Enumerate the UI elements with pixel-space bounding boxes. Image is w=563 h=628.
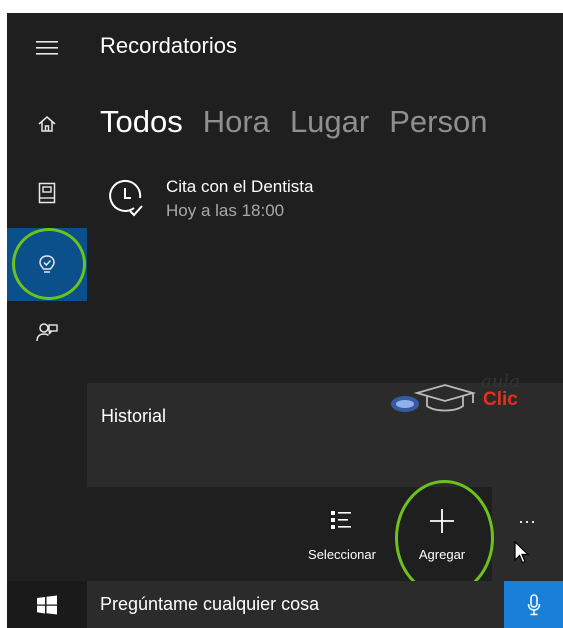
hamburger-menu-icon[interactable] bbox=[7, 23, 87, 73]
plus-icon bbox=[430, 509, 454, 533]
filter-tabs: Todos Hora Lugar Person bbox=[100, 104, 507, 140]
cortana-window: Recordatorios Todos Hora Lugar Person Cita … bbox=[7, 13, 563, 628]
clock-check-icon bbox=[109, 179, 143, 217]
add-button[interactable]: Agregar bbox=[402, 487, 482, 581]
reminder-title: Cita con el Dentista bbox=[166, 177, 314, 196]
notebook-icon[interactable] bbox=[7, 168, 87, 218]
microphone-icon bbox=[527, 593, 540, 615]
more-options-button[interactable]: ... bbox=[492, 487, 563, 581]
command-bar: Seleccionar Agregar ... bbox=[87, 487, 563, 581]
start-button[interactable] bbox=[7, 581, 87, 628]
windows-logo-icon bbox=[37, 595, 57, 614]
reminders-lightbulb-icon[interactable] bbox=[7, 228, 87, 301]
history-section[interactable]: Historial aula Clic bbox=[87, 371, 563, 487]
reminder-time: Hoy a las 18:00 bbox=[166, 201, 285, 220]
aulaclic-watermark: aula Clic bbox=[387, 371, 527, 425]
tab-hora[interactable]: Hora bbox=[203, 104, 270, 140]
more-ellipsis: ... bbox=[518, 507, 537, 527]
tab-lugar[interactable]: Lugar bbox=[290, 104, 369, 140]
select-label: Seleccionar bbox=[308, 547, 376, 562]
add-label: Agregar bbox=[418, 547, 466, 562]
feedback-icon[interactable] bbox=[7, 307, 87, 357]
navigation-rail bbox=[7, 13, 87, 581]
taskbar: Pregúntame cualquier cosa bbox=[7, 581, 563, 628]
watermark-clic: Clic bbox=[483, 389, 518, 410]
microphone-button[interactable] bbox=[504, 581, 563, 628]
home-icon[interactable] bbox=[7, 99, 87, 149]
reminders-panel: Recordatorios Todos Hora Lugar Person Cita … bbox=[87, 13, 563, 596]
select-button[interactable]: Seleccionar bbox=[292, 487, 392, 581]
tab-persona[interactable]: Person bbox=[389, 104, 487, 140]
mortarboard-logo-icon bbox=[391, 384, 477, 412]
page-title: Recordatorios bbox=[100, 33, 237, 58]
search-input[interactable]: Pregúntame cualquier cosa bbox=[87, 581, 504, 628]
history-label: Historial bbox=[101, 406, 167, 426]
mouse-cursor-icon bbox=[514, 541, 530, 564]
tab-todos[interactable]: Todos bbox=[100, 104, 183, 140]
select-list-icon bbox=[331, 511, 351, 529]
reminder-item[interactable]: Cita con el Dentista Hoy a las 18:00 bbox=[100, 177, 520, 237]
